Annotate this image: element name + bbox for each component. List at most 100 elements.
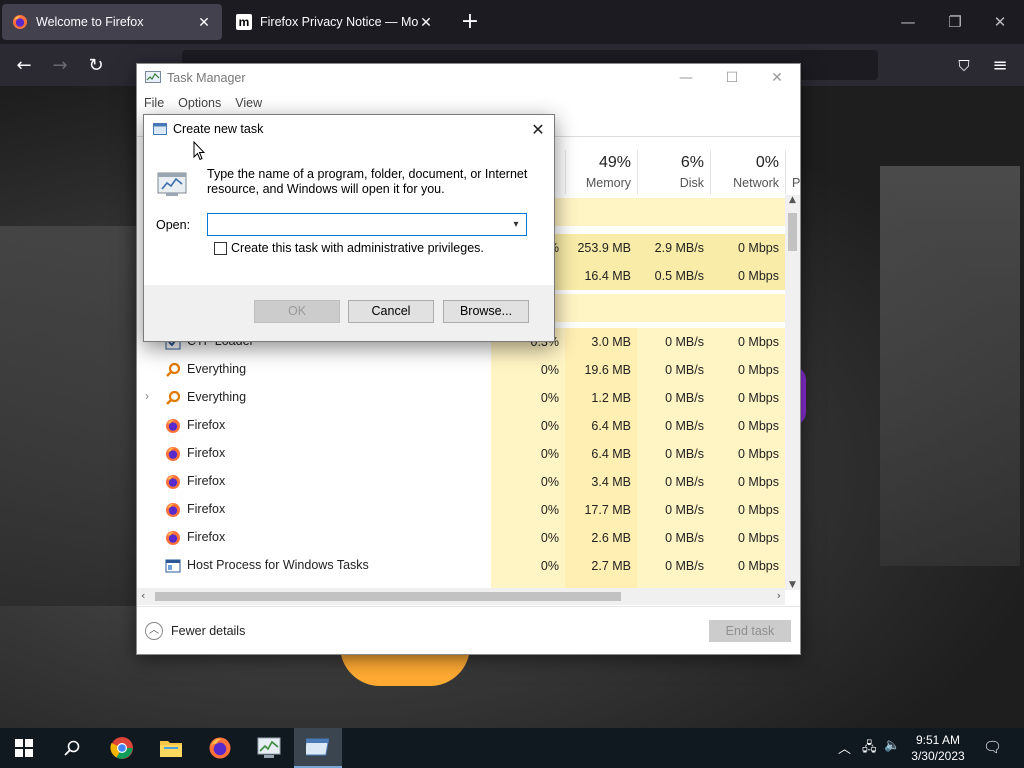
cpu-cell: 0% — [491, 468, 565, 496]
menu-icon[interactable]: ≡ — [986, 52, 1014, 80]
task-manager-footer: ︿ Fewer details End task — [137, 606, 800, 654]
fewer-details-label: Fewer details — [171, 624, 246, 638]
scroll-right-icon[interactable]: › — [777, 589, 781, 602]
task-manager-title-bar[interactable]: Task Manager — ☐ ✕ — [137, 64, 800, 93]
scroll-up-icon[interactable]: ▲ — [785, 195, 800, 205]
chevron-down-icon[interactable]: ▾ — [508, 216, 524, 233]
forward-arrow-icon[interactable]: → — [46, 52, 74, 80]
fewer-details-button[interactable]: ︿ Fewer details — [145, 622, 245, 640]
restore-icon[interactable]: ❐ — [940, 8, 970, 36]
pocket-icon[interactable]: ⛉ — [950, 52, 978, 80]
chevron-up-icon[interactable]: ︿ — [838, 738, 851, 757]
process-name: Firefox — [187, 502, 226, 516]
menu-file[interactable]: File — [137, 93, 171, 115]
scroll-left-icon[interactable]: ‹ — [141, 589, 145, 602]
column-network[interactable]: 0% Network — [710, 150, 785, 194]
network-cell: 0 Mbps — [710, 552, 785, 580]
close-window-icon[interactable]: ✕ — [985, 8, 1015, 36]
back-arrow-icon[interactable]: ← — [10, 52, 38, 80]
horizontal-scrollbar[interactable]: ‹ › — [137, 588, 785, 605]
browser-tab-bar: Welcome to Firefox ✕ m Firefox Privacy N… — [0, 0, 1024, 44]
dialog-title-bar[interactable]: Create new task ✕ — [144, 115, 554, 145]
scroll-thumb[interactable] — [155, 592, 621, 601]
tab-firefox-privacy-notice[interactable]: m Firefox Privacy Notice — Mozilla ✕ — [226, 4, 444, 40]
cancel-button[interactable]: Cancel — [348, 300, 434, 323]
scroll-down-icon[interactable]: ▼ — [785, 580, 800, 590]
disk-cell: 0 MB/s — [637, 412, 710, 440]
open-combobox[interactable]: ▾ — [207, 213, 527, 236]
network-cell: 0 Mbps — [710, 440, 785, 468]
close-icon[interactable]: ✕ — [754, 64, 800, 93]
open-input[interactable] — [208, 214, 498, 235]
volume-icon[interactable]: 🔈 — [884, 738, 900, 753]
column-label: P — [792, 176, 801, 190]
reload-icon[interactable]: ↻ — [82, 52, 110, 80]
notifications-icon[interactable]: 🗨 — [983, 738, 1002, 756]
memory-cell: 6.4 MB — [565, 440, 637, 468]
ok-button[interactable]: OK — [254, 300, 340, 323]
disk-cell: 0 MB/s — [637, 328, 710, 356]
system-clock[interactable]: 9:51 AM 3/30/2023 — [905, 732, 971, 764]
table-row[interactable]: Firefox 0% 6.4 MB 0 MB/s 0 Mbps — [137, 440, 785, 468]
dialog-body: Type the name of a program, folder, docu… — [144, 145, 554, 285]
checkbox[interactable] — [214, 241, 227, 255]
minimize-icon[interactable]: — — [893, 8, 923, 36]
dialog-message: Type the name of a program, folder, docu… — [207, 167, 528, 196]
table-row[interactable]: Firefox 0% 17.7 MB 0 MB/s 0 Mbps — [137, 496, 785, 524]
menu-view[interactable]: View — [228, 93, 269, 115]
memory-cell: 6.4 MB — [565, 412, 637, 440]
run-dialog-icon[interactable] — [294, 728, 342, 768]
table-row[interactable]: Firefox 0% 6.4 MB 0 MB/s 0 Mbps — [137, 412, 785, 440]
column-memory[interactable]: 49% Memory — [565, 150, 637, 194]
disk-cell: 0 MB/s — [637, 440, 710, 468]
maximize-icon[interactable]: ☐ — [709, 64, 755, 93]
menu-bar: File Options View — [137, 93, 269, 115]
tab-close-icon[interactable]: ✕ — [418, 14, 434, 31]
column-disk[interactable]: 6% Disk — [637, 150, 710, 194]
run-program-icon — [157, 172, 187, 196]
memory-cell: 3.4 MB — [565, 468, 637, 496]
firefox-icon — [166, 531, 180, 545]
disk-cell: 0 MB/s — [637, 356, 710, 384]
window-title: Task Manager — [167, 71, 246, 85]
process-name: Everything — [187, 362, 247, 376]
search-icon[interactable] — [48, 728, 96, 768]
table-row[interactable]: › Everything 0% 1.2 MB 0 MB/s 0 Mbps — [137, 384, 785, 412]
disk-cell: 0 MB/s — [637, 552, 710, 580]
table-row[interactable]: Everything 0% 19.6 MB 0 MB/s 0 Mbps — [137, 356, 785, 384]
admin-privileges-checkbox[interactable]: Create this task with administrative pri… — [214, 241, 484, 255]
column-label: Memory — [585, 176, 631, 190]
background-image — [0, 226, 140, 606]
scroll-thumb[interactable] — [788, 213, 797, 251]
windows-start-icon[interactable] — [0, 728, 48, 768]
cpu-cell: 0% — [491, 496, 565, 524]
table-row[interactable]: Host Process for Windows Tasks 0% 2.7 MB… — [137, 552, 785, 580]
browse-button[interactable]: Browse... — [443, 300, 529, 323]
memory-cell: 3.0 MB — [565, 328, 637, 356]
menu-options[interactable]: Options — [171, 93, 228, 115]
tab-welcome-to-firefox[interactable]: Welcome to Firefox ✕ — [2, 4, 222, 40]
new-tab-icon[interactable]: + — [458, 10, 482, 34]
tab-close-icon[interactable]: ✕ — [196, 14, 212, 31]
table-row[interactable]: Firefox 0% 2.6 MB 0 MB/s 0 Mbps — [137, 524, 785, 552]
everything-search-icon — [166, 362, 181, 377]
everything-search-icon — [166, 390, 181, 405]
end-task-button[interactable]: End task — [709, 620, 791, 642]
file-explorer-icon[interactable] — [147, 728, 195, 768]
expand-chevron-icon[interactable]: › — [145, 389, 149, 403]
vertical-scrollbar[interactable]: ▲ ▼ — [785, 195, 800, 590]
disk-cell: 0 MB/s — [637, 524, 710, 552]
task-manager-icon[interactable] — [245, 728, 293, 768]
firefox-icon[interactable] — [196, 728, 244, 768]
minimize-icon[interactable]: — — [663, 64, 709, 93]
cpu-cell: 0% — [491, 384, 565, 412]
column-power[interactable]: P — [785, 150, 800, 194]
cpu-cell: 0% — [491, 440, 565, 468]
open-label: Open: — [156, 218, 191, 232]
clock-date: 3/30/2023 — [911, 749, 965, 763]
close-icon[interactable]: ✕ — [524, 118, 552, 142]
table-row[interactable]: Firefox 0% 3.4 MB 0 MB/s 0 Mbps — [137, 468, 785, 496]
firefox-icon — [13, 15, 27, 29]
network-icon[interactable]: 🖧 — [862, 738, 877, 760]
chrome-icon[interactable] — [98, 728, 146, 768]
